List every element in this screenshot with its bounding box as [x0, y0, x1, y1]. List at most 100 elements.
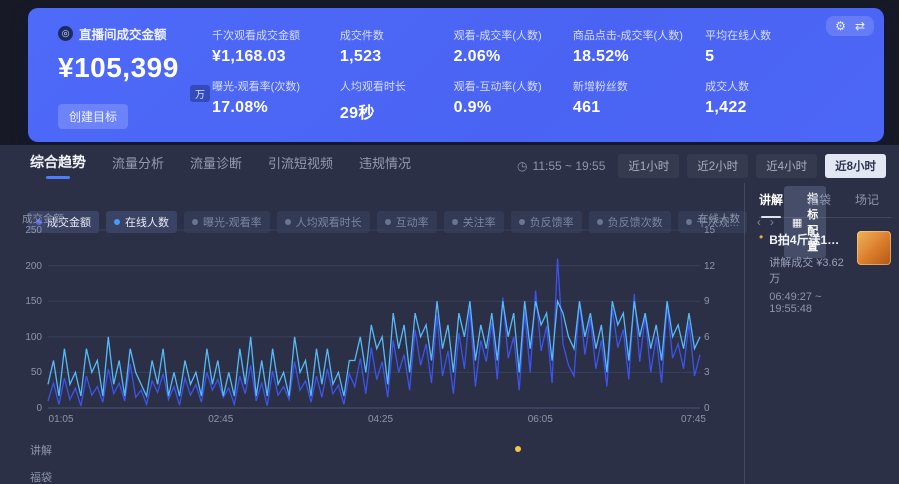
metric-cell: 平均在线人数5: [705, 27, 798, 78]
metric-value: 1,422: [705, 99, 798, 117]
metric-value: 29秒: [340, 99, 444, 123]
left-tick: 200: [0, 261, 42, 272]
tab-流量分析[interactable]: 流量分析: [112, 153, 164, 179]
range-button[interactable]: 近8小时: [825, 154, 886, 178]
tab-引流短视频[interactable]: 引流短视频: [268, 153, 333, 179]
panel-tab-福袋[interactable]: 福袋: [807, 191, 831, 208]
legend-dot-icon: [452, 219, 458, 225]
x-tick: 02:45: [208, 414, 233, 425]
range-buttons: 近1小时近2小时近4小时近8小时: [618, 154, 886, 178]
legend-chip-label: 互动率: [396, 214, 429, 230]
metric-value: 18.52%: [573, 48, 695, 66]
gmv-title-row: ◎ 直播间成交金额: [58, 24, 200, 43]
tab-流量诊断[interactable]: 流量诊断: [190, 153, 242, 179]
legend-chip-label: 在线人数: [125, 214, 169, 230]
right-tick: 6: [704, 332, 710, 343]
metric-cell: 新增粉丝数461: [573, 78, 695, 129]
legend-dot-icon: [519, 219, 525, 225]
left-tick: 50: [0, 367, 42, 378]
explain-panel: 讲解 福袋 场记 • B拍4斤送1斤共35-4... 讲解成交 ¥3.62万 06:…: [744, 183, 899, 484]
metric-value: ¥1,168.03: [212, 48, 330, 66]
settings-icon[interactable]: ⚙: [835, 20, 846, 32]
legend-dot-icon: [192, 219, 198, 225]
right-tick: 3: [704, 367, 710, 378]
trend-chart[interactable]: [48, 230, 700, 408]
panel-tabs: 讲解 福袋 场记: [759, 191, 891, 218]
explain-item-body: B拍4斤送1斤共35-4... 讲解成交 ¥3.62万 06:49:27 ~ 1…: [769, 231, 851, 315]
left-tick: 250: [0, 225, 42, 236]
metric-value: 2.06%: [454, 48, 563, 66]
metric-value: 17.08%: [212, 99, 330, 117]
time-controls: ◷ 11:55 ~ 19:55 近1小时近2小时近4小时近8小时: [517, 154, 886, 178]
tab-违规情况[interactable]: 违规情况: [359, 153, 411, 179]
x-tick: 07:45: [681, 414, 706, 425]
legend-chip-label: 人均观看时长: [296, 214, 362, 230]
swap-icon[interactable]: ⇄: [855, 20, 865, 32]
section-tabs: 综合趋势流量分析流量诊断引流短视频违规情况: [30, 152, 411, 179]
bullet-icon: •: [759, 231, 763, 244]
time-range-text: 11:55 ~ 19:55: [533, 159, 606, 173]
card-actions: ⚙⇄: [826, 16, 874, 36]
metric-label: 成交人数: [705, 78, 798, 94]
panel-tab-场记[interactable]: 场记: [855, 191, 879, 208]
metric-label: 曝光-观看率(次数): [212, 78, 330, 94]
metrics-grid: 千次观看成交金额 ¥1,168.03 成交件数 1,523 观看-成交率(人数) 2.06…: [200, 8, 884, 142]
legend-chip-label: 关注率: [463, 214, 496, 230]
metric-label: 观看-成交率(人数): [454, 27, 563, 43]
metric-cell: 人均观看时长 29秒: [340, 78, 444, 129]
legend-chip-label: 负反馈次数: [608, 214, 663, 230]
legend-dot-icon: [114, 219, 120, 225]
range-button[interactable]: 近1小时: [618, 154, 679, 178]
range-button[interactable]: 近4小时: [756, 154, 817, 178]
panel-tab-讲解[interactable]: 讲解: [759, 191, 783, 208]
explain-item[interactable]: • B拍4斤送1斤共35-4... 讲解成交 ¥3.62万 06:49:27 ~…: [759, 231, 891, 315]
x-tick: 06:05: [528, 414, 553, 425]
metric-value: 0.9%: [454, 99, 563, 117]
metric-cell: 观看-互动率(人数) 0.9%: [454, 78, 563, 129]
right-tick: 0: [704, 403, 710, 414]
left-axis-title: 成交金额: [22, 211, 64, 226]
metric-label: 人均观看时长: [340, 78, 444, 94]
metric-cell: 商品点击-成交率(人数) 18.52%: [573, 27, 695, 78]
clock-icon: ◷: [517, 159, 527, 173]
metric-value: 5: [705, 48, 798, 66]
track-marker-icon[interactable]: [515, 446, 521, 452]
left-tick: 150: [0, 296, 42, 307]
metric-cell: 成交人数 1,422: [705, 78, 798, 129]
x-tick: 04:25: [368, 414, 393, 425]
metric-cell: 观看-成交率(人数) 2.06%: [454, 27, 563, 78]
legend-chip-label: 曝光-观看率: [203, 214, 262, 230]
right-axis-title: 在线人数: [698, 211, 740, 226]
create-goal-button[interactable]: 创建目标: [58, 104, 128, 129]
right-tick: 15: [704, 225, 715, 236]
range-button[interactable]: 近2小时: [687, 154, 748, 178]
product-thumbnail: [857, 231, 891, 265]
explain-gmv: 讲解成交 ¥3.62万: [769, 254, 851, 286]
gmv-unit-row: 万: [58, 85, 210, 103]
gmv-value: ¥105,399: [58, 52, 179, 84]
track-label-福袋: 福袋: [30, 469, 52, 484]
time-range: ◷ 11:55 ~ 19:55: [517, 159, 605, 173]
left-tick: 0: [0, 403, 42, 414]
metric-cell: 千次观看成交金额 ¥1,168.03: [212, 27, 330, 78]
legend-dot-icon: [686, 219, 692, 225]
tab-综合趋势[interactable]: 综合趋势: [30, 152, 86, 179]
gmv-hero: ◎ 直播间成交金额 ¥105,399 万 创建目标: [28, 8, 200, 142]
metric-cell: 曝光-观看率(次数) 17.08%: [212, 78, 330, 129]
summary-card: ◎ 直播间成交金额 ¥105,399 万 创建目标 千次观看成交金额 ¥1,168…: [28, 8, 884, 142]
unit-badge: 万: [190, 85, 210, 102]
metric-label: 成交件数: [340, 27, 444, 43]
metric-value: 461: [573, 99, 695, 117]
explain-time: 06:49:27 ~ 19:55:48: [769, 291, 851, 315]
metric-value: 1,523: [340, 48, 444, 66]
metric-cell: 成交件数 1,523: [340, 27, 444, 78]
metric-label: 千次观看成交金额: [212, 27, 330, 43]
metric-label: 观看-互动率(人数): [454, 78, 563, 94]
legend-dot-icon: [597, 219, 603, 225]
legend-dot-icon: [285, 219, 291, 225]
x-tick: 01:05: [49, 414, 74, 425]
metric-label: 商品点击-成交率(人数): [573, 27, 695, 43]
target-icon: ◎: [58, 26, 73, 41]
trend-section: 综合趋势流量分析流量诊断引流短视频违规情况 ◷ 11:55 ~ 19:55 近1…: [0, 145, 899, 484]
gmv-title: 直播间成交金额: [79, 24, 167, 43]
